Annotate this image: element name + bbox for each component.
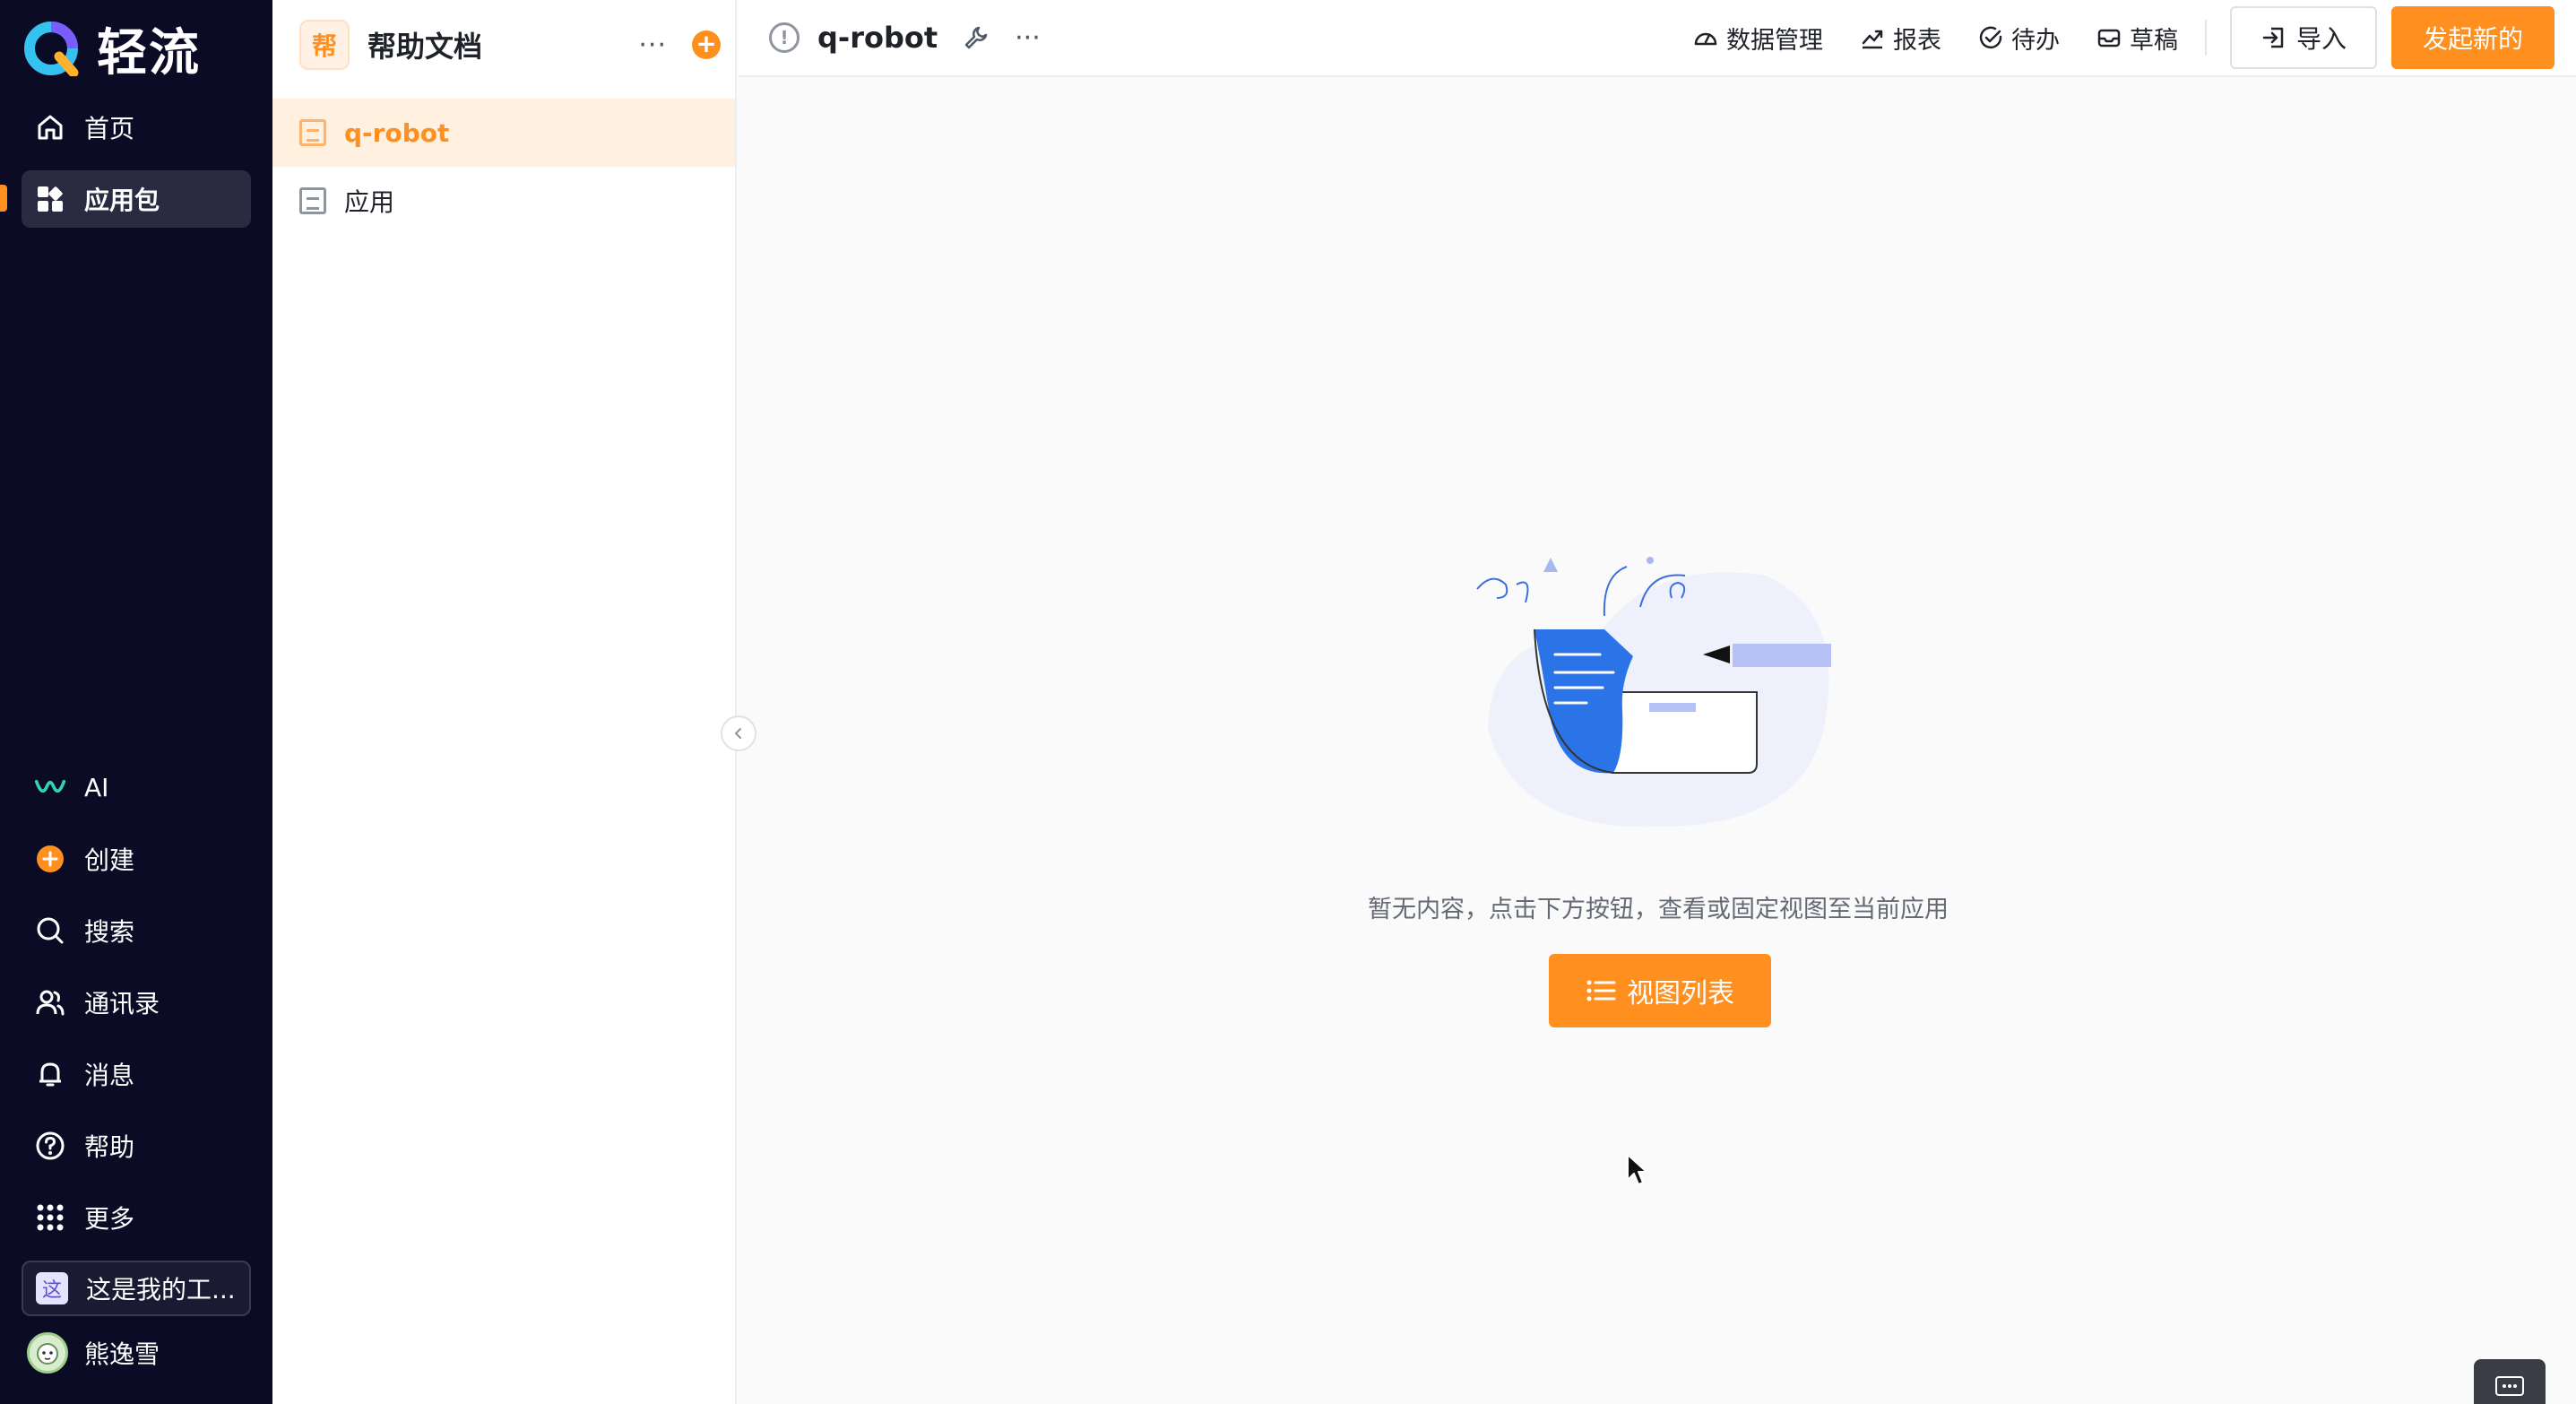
nav-item-label: 通讯录 [84,989,160,1018]
view-list-label: 视图列表 [1627,978,1734,1010]
help-icon [34,1130,66,1162]
sidebar-item-label: 应用 [344,187,395,217]
sidebar-add-button[interactable]: + [692,30,721,59]
ai-icon [34,771,66,803]
qingflow-logo-icon [24,22,79,76]
info-icon[interactable]: ! [769,22,800,53]
import-label: 导入 [2295,24,2347,54]
chevron-left-icon [734,728,741,739]
document-icon [299,187,326,214]
workspace-badge: 这 [36,1272,68,1304]
chat-icon [2495,1376,2524,1396]
nav-item-help[interactable]: 帮助 [22,1117,251,1174]
view-list-button[interactable]: 视图列表 [1549,954,1771,1027]
check-circle-icon [1979,26,2002,49]
start-new-button[interactable]: 发起新的 [2391,6,2554,69]
bell-icon [34,1058,66,1090]
search-icon [34,914,66,947]
brand-name: 轻流 [97,23,201,82]
more-icon[interactable]: ··· [1015,22,1041,54]
collapse-sidebar-button[interactable] [721,715,756,751]
drafts-link[interactable]: 草稿 [2096,21,2178,56]
empty-state-message: 暂无内容，点击下方按钮，查看或固定视图至当前应用 [1368,896,1949,923]
nav-item-more[interactable]: 更多 [22,1189,251,1246]
nav-item-label: AI [84,772,109,802]
todo-link[interactable]: 待办 [1977,21,2060,56]
link-label: 待办 [2011,26,2060,55]
list-icon [1586,980,1616,1001]
sidebar-title: 帮助文档 [367,30,483,64]
sidebar-more-icon[interactable]: ··· [638,30,667,61]
reports-link[interactable]: 报表 [1859,21,1941,56]
apps-icon [34,183,66,215]
app-sidebar: 帮 帮助文档 ··· + q-robot 应用 [272,0,737,1404]
import-button[interactable]: 导入 [2230,6,2377,69]
chart-trend-icon [1862,30,1883,49]
mouse-cursor-icon [1627,1154,1647,1185]
settings-wrench-icon[interactable] [963,24,990,51]
nav-item-label: 帮助 [84,1132,135,1162]
nav-item-apps[interactable]: 应用包 [22,170,251,228]
nav-item-ai[interactable]: AI [22,758,251,816]
document-icon [299,119,326,146]
user-profile[interactable]: 熊逸雪 [27,1332,160,1374]
link-label: 草稿 [2130,26,2178,55]
inbox-icon [2097,29,2121,48]
sidebar-item-q-robot[interactable]: q-robot [272,99,735,167]
nav-item-label: 首页 [84,114,135,143]
toolbar-divider [2205,20,2207,56]
nav-item-label: 消息 [84,1061,135,1090]
nav-item-contacts[interactable]: 通讯录 [22,974,251,1031]
brand-logo[interactable]: 轻流 [23,16,201,82]
active-indicator [0,185,7,212]
sidebar-item-app[interactable]: 应用 [272,167,735,235]
app-badge: 帮 [299,20,350,70]
sidebar-item-label: q-robot [344,117,450,148]
nav-item-search[interactable]: 搜索 [22,902,251,959]
nav-item-label: 创建 [84,845,135,875]
contacts-icon [34,986,66,1018]
nav-item-label: 应用包 [84,186,160,215]
page-title: q-robot [817,21,938,55]
link-label: 数据管理 [1726,26,1823,55]
data-management-link[interactable]: 数据管理 [1692,21,1823,56]
dashboard-icon [1694,32,1717,46]
sidebar-header: 帮 帮助文档 ··· + [299,18,721,72]
home-icon [34,111,66,143]
chat-support-button[interactable] [2474,1359,2546,1404]
workspace-switcher[interactable]: 这 这是我的工... [22,1261,251,1316]
user-name: 熊逸雪 [84,1339,160,1369]
import-icon [2262,27,2284,48]
nav-item-create[interactable]: 创建 [22,830,251,888]
link-label: 报表 [1893,26,1941,55]
create-plus-icon [34,843,66,875]
nav-item-label: 更多 [84,1204,135,1234]
nav-item-label: 搜索 [84,917,135,947]
nav-item-home[interactable]: 首页 [22,99,251,156]
main-nav: 轻流 首页 应用包 AI 创建 搜索 通讯录 消息 帮助 更多 这 这是我的工.… [0,0,272,1404]
nav-item-messages[interactable]: 消息 [22,1045,251,1103]
grid-icon [34,1201,66,1234]
top-bar: ! q-robot ··· 数据管理 报表 待办 草稿 导入 发起新的 [739,0,2576,77]
empty-state-illustration [1476,557,1831,828]
app-root: 轻流 首页 应用包 AI 创建 搜索 通讯录 消息 帮助 更多 这 这是我的工.… [0,0,2576,1404]
avatar [27,1332,68,1374]
workspace-name: 这是我的工... [86,1275,236,1304]
